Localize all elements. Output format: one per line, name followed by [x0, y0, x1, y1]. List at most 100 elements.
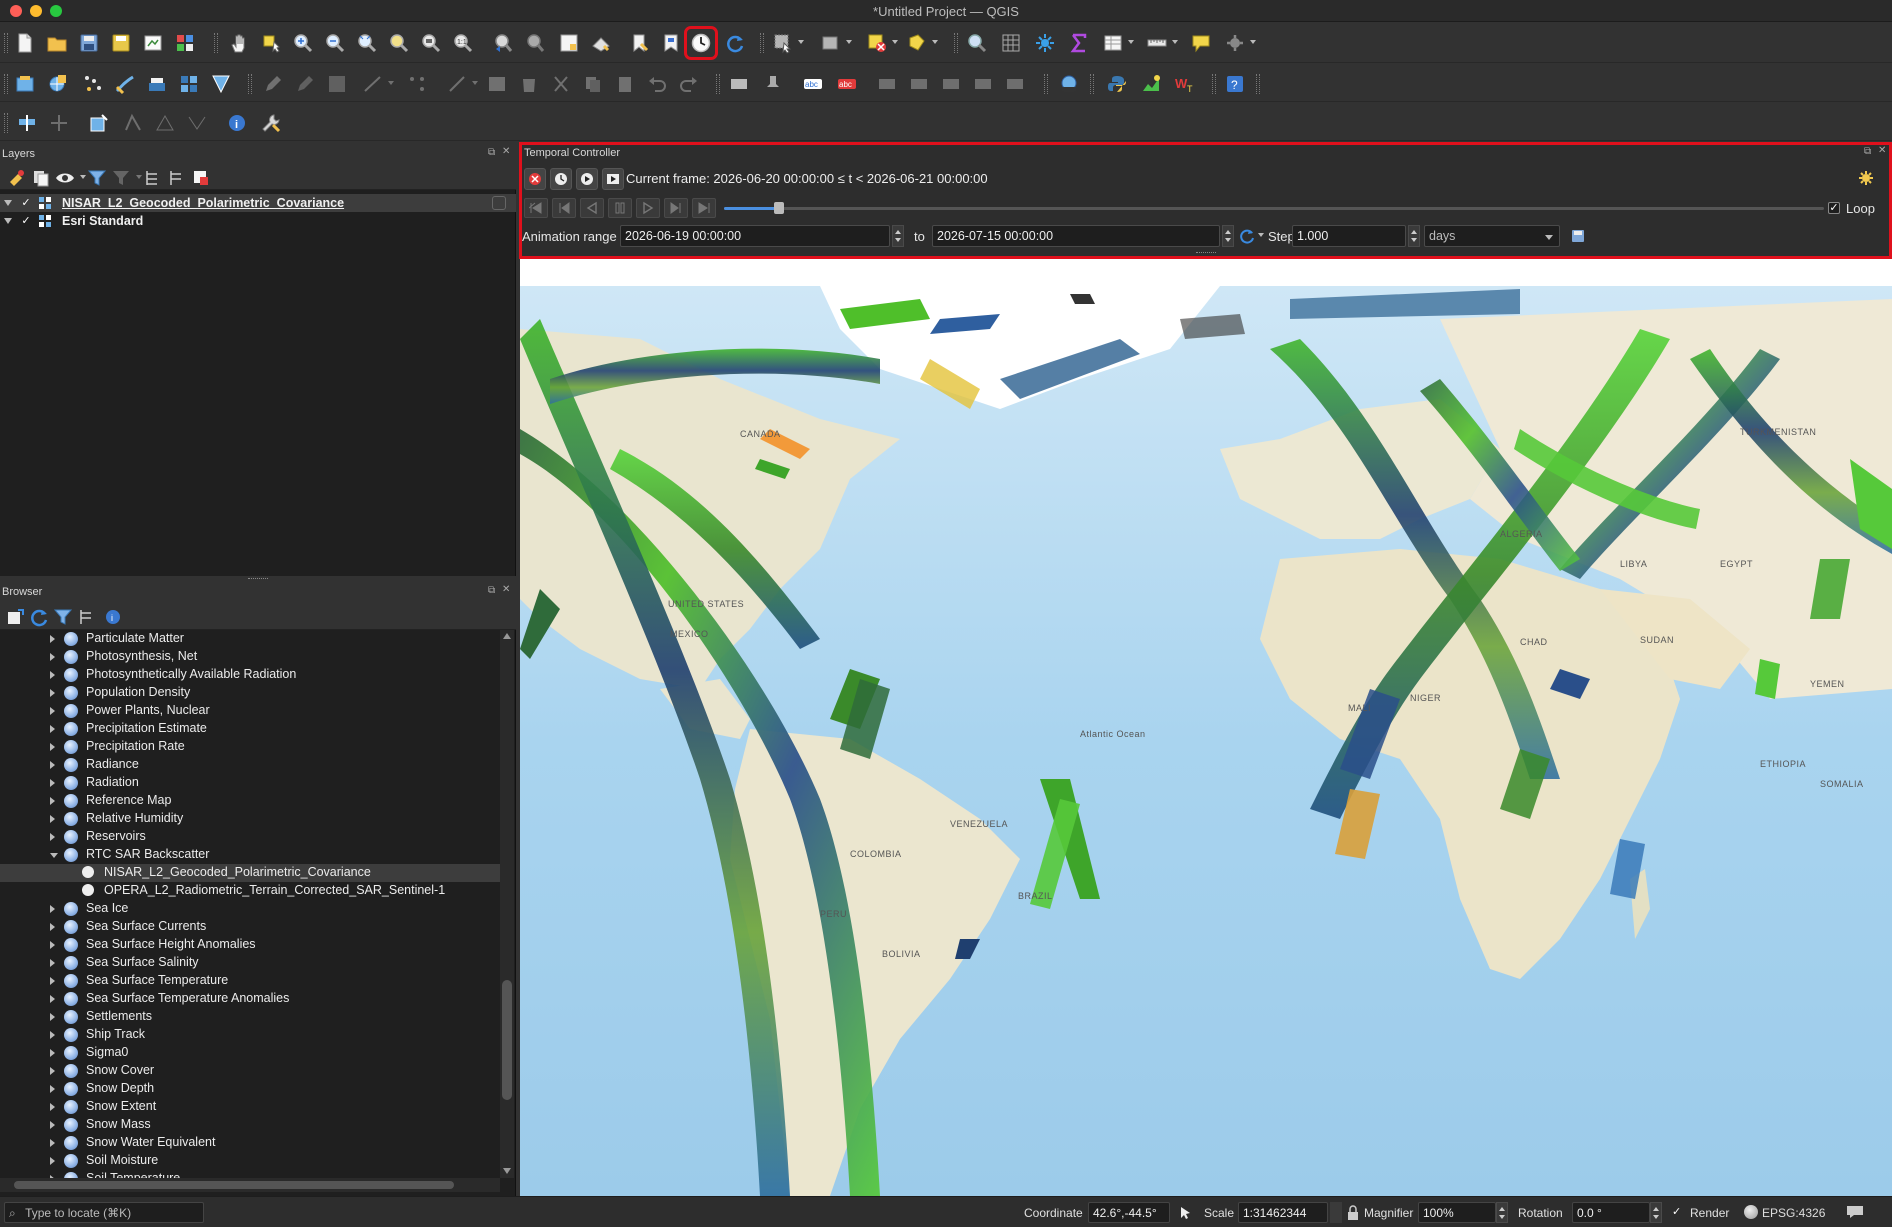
layer-row[interactable]: ✓ NISAR_L2_Geocoded_Polarimetric_Covaria… [0, 194, 516, 212]
magnifier-spinner[interactable] [1496, 1202, 1508, 1223]
vertex-editor-icon[interactable] [120, 110, 146, 136]
remove-layer-icon[interactable] [188, 165, 214, 191]
locator-search-input[interactable]: ⌕ Type to locate (⌘K) [4, 1202, 204, 1223]
loop-checkbox[interactable]: ✓ [1828, 202, 1840, 214]
time-slider-handle[interactable] [774, 202, 784, 214]
save-project-icon[interactable] [76, 30, 102, 56]
identify-info-icon[interactable]: i [224, 110, 250, 136]
move-feature-icon[interactable] [444, 71, 478, 97]
zoom-to-layer-icon[interactable] [418, 30, 444, 56]
reshape-icon[interactable] [152, 110, 178, 136]
messages-icon[interactable] [1846, 1205, 1864, 1219]
layer-row[interactable]: ✓ Esri Standard [0, 212, 516, 230]
add-raster-layer-icon[interactable] [176, 71, 202, 97]
refresh-icon[interactable] [722, 30, 748, 56]
layout-manager-icon[interactable] [172, 30, 198, 56]
step-unit-select[interactable]: days [1424, 225, 1560, 247]
next-frame-button[interactable] [664, 198, 688, 218]
filter-browser-icon[interactable] [50, 604, 76, 630]
chevron-right-icon[interactable] [50, 815, 55, 823]
select-features-icon[interactable] [770, 30, 804, 56]
close-panel-icon[interactable]: ✕ [1878, 145, 1886, 156]
filter-expression-icon[interactable] [108, 165, 142, 191]
step-spinner[interactable] [1408, 225, 1420, 247]
toolbar-handle[interactable] [248, 74, 252, 94]
zoom-last-icon[interactable] [490, 30, 516, 56]
measure-line-icon[interactable] [1144, 30, 1178, 56]
plugin-wt-icon[interactable]: WT [1172, 71, 1198, 97]
float-panel-icon[interactable]: ⧉ [488, 585, 495, 596]
lock-scale-icon[interactable] [1346, 1205, 1360, 1221]
play-backward-button[interactable] [580, 198, 604, 218]
temporal-settings-gear-icon[interactable] [1858, 170, 1874, 186]
browser-category-item[interactable]: Power Plants, Nuclear [0, 702, 500, 720]
chevron-right-icon[interactable] [50, 725, 55, 733]
toolbar-handle[interactable] [214, 33, 218, 53]
browser-category-item[interactable]: Soil Moisture [0, 1152, 500, 1170]
browser-category-item[interactable]: Sea Surface Height Anomalies [0, 936, 500, 954]
zoom-native-icon[interactable]: 1:1 [450, 30, 476, 56]
chevron-right-icon[interactable] [50, 1067, 55, 1075]
plugin-globe-icon[interactable] [1056, 71, 1082, 97]
range-start-field[interactable]: 2026-06-19 00:00:00 [620, 225, 890, 247]
annotation-settings-icon[interactable] [1222, 30, 1256, 56]
chevron-right-icon[interactable] [50, 653, 55, 661]
chevron-right-icon[interactable] [50, 959, 55, 967]
expand-all-icon[interactable] [140, 165, 166, 191]
copy-features-icon[interactable] [580, 71, 606, 97]
chevron-right-icon[interactable] [50, 671, 55, 679]
browser-category-item[interactable]: Snow Mass [0, 1116, 500, 1134]
chevron-right-icon[interactable] [50, 977, 55, 985]
temporal-layer-indicator-icon[interactable] [492, 196, 506, 210]
redo-icon[interactable] [676, 71, 702, 97]
toolbar-handle[interactable] [4, 113, 8, 133]
browser-category-item[interactable]: Particulate Matter [0, 630, 500, 648]
panel-resize-grip[interactable] [1196, 252, 1216, 253]
show-bookmarks-icon[interactable] [658, 30, 684, 56]
digitize-line-icon[interactable] [360, 71, 394, 97]
browser-category-item[interactable]: Ship Track [0, 1026, 500, 1044]
step-value-field[interactable]: 1.000 [1292, 225, 1406, 247]
close-panel-icon[interactable]: ✕ [502, 584, 510, 595]
select-location-icon[interactable] [904, 30, 938, 56]
zoom-next-icon[interactable] [522, 30, 548, 56]
add-polygon-layer-icon[interactable] [144, 71, 170, 97]
browser-category-item[interactable]: RTC SAR Backscatter [0, 846, 500, 864]
browser-category-item[interactable]: Snow Extent [0, 1098, 500, 1116]
time-slider-track[interactable] [724, 202, 1824, 214]
zoom-to-selection-icon[interactable] [386, 30, 412, 56]
chevron-right-icon[interactable] [50, 833, 55, 841]
browser-category-item[interactable]: Precipitation Rate [0, 738, 500, 756]
add-mesh-layer-icon[interactable] [208, 71, 234, 97]
attribute-grid-icon[interactable] [998, 30, 1024, 56]
browser-layer-item[interactable]: NISAR_L2_Geocoded_Polarimetric_Covarianc… [0, 864, 500, 882]
diagram-move-icon[interactable] [970, 71, 996, 97]
rewind-to-start-button[interactable] [524, 198, 548, 218]
map-tips-icon[interactable] [1188, 30, 1214, 56]
pan-icon[interactable] [226, 30, 252, 56]
save-as-icon[interactable] [108, 30, 134, 56]
toggle-editing-icon[interactable] [292, 71, 318, 97]
browser-category-item[interactable]: Radiance [0, 756, 500, 774]
magnifier-field[interactable]: 100% [1418, 1202, 1496, 1223]
scale-field[interactable]: 1:31462344 [1238, 1202, 1328, 1223]
offset-curve-icon[interactable] [184, 110, 210, 136]
disable-navigation-button[interactable] [524, 168, 546, 190]
browser-hscroll-thumb[interactable] [14, 1181, 454, 1189]
collapse-browser-icon[interactable] [74, 604, 100, 630]
modify-attributes-icon[interactable] [484, 71, 510, 97]
float-panel-icon[interactable]: ⧉ [488, 147, 495, 158]
browser-category-item[interactable]: Photosynthetically Available Radiation [0, 666, 500, 684]
properties-info-icon[interactable]: i [100, 604, 126, 630]
chevron-right-icon[interactable] [50, 1103, 55, 1111]
chevron-right-icon[interactable] [50, 923, 55, 931]
zoom-out-icon[interactable] [322, 30, 348, 56]
range-options-caret-icon[interactable] [1258, 233, 1264, 237]
browser-category-item[interactable]: Relative Humidity [0, 810, 500, 828]
layer-visibility-checkbox[interactable]: ✓ [20, 215, 32, 227]
edit-pencil-icon[interactable] [260, 71, 286, 97]
browser-category-item[interactable]: Precipitation Estimate [0, 720, 500, 738]
new-project-icon[interactable] [12, 30, 38, 56]
toolbar-handle[interactable] [1044, 74, 1048, 94]
mouse-toggle-icon[interactable] [1178, 1205, 1194, 1221]
